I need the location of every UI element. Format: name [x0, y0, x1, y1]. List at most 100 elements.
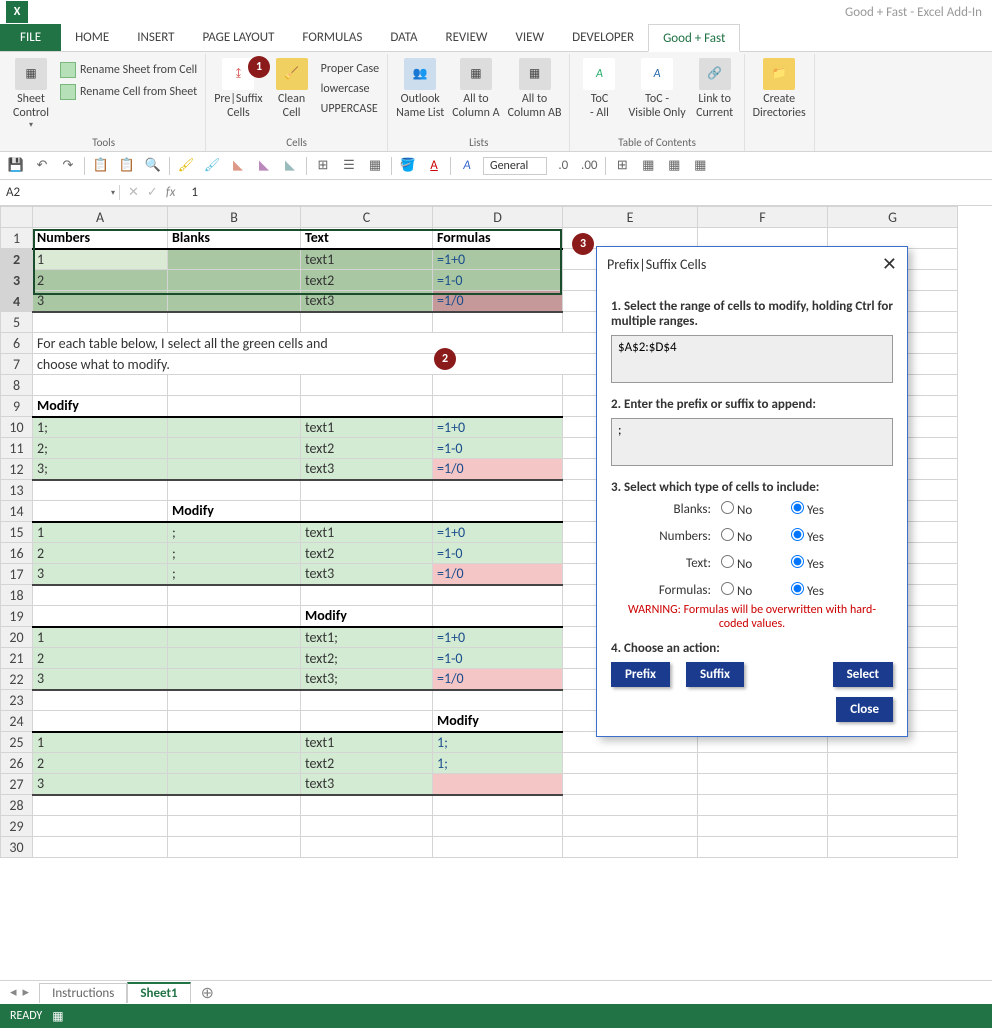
- title-bar: Good + Fast - Excel Add-In: [0, 0, 992, 24]
- toc-visible-button[interactable]: AToC - Visible Only: [624, 56, 689, 123]
- close-button[interactable]: Close: [836, 697, 893, 722]
- lowercase-button[interactable]: lowercase: [317, 80, 384, 98]
- formulas-yes-radio[interactable]: Yes: [791, 582, 861, 599]
- folder-icon: 📁: [763, 58, 795, 90]
- align-icon[interactable]: ☰: [339, 156, 359, 176]
- group-toc-label: Table of Contents: [574, 135, 739, 151]
- tab-insert[interactable]: INSERT: [123, 24, 188, 51]
- link-to-current-button[interactable]: 🔗Link to Current: [690, 56, 740, 123]
- eraser2-icon[interactable]: ◣: [254, 156, 274, 176]
- select-button[interactable]: Select: [833, 662, 893, 687]
- outlook-name-list-button[interactable]: 👥Outlook Name List: [392, 56, 448, 123]
- borders-icon[interactable]: ⊞: [612, 156, 632, 176]
- brush2-icon[interactable]: 🖌: [202, 156, 222, 176]
- quick-access-toolbar: 💾 ↶ ↷ 📋 📋 🔍 🖌 🖌 ◣ ◣ ◣ ⊞ ☰ ▦ 🪣 A A Genera…: [0, 152, 992, 180]
- brush-icon[interactable]: 🖌: [176, 156, 196, 176]
- paste-icon[interactable]: 📋: [117, 156, 137, 176]
- suffix-button[interactable]: Suffix: [686, 662, 744, 687]
- font-color-icon[interactable]: A: [424, 156, 444, 176]
- rename-cell-from-sheet-button[interactable]: Rename Cell from Sheet: [56, 82, 201, 102]
- undo-icon[interactable]: ↶: [32, 156, 52, 176]
- fx-icon[interactable]: fx: [166, 185, 176, 200]
- nav-next-icon[interactable]: ▸: [23, 985, 30, 1000]
- add-sheet-icon[interactable]: ⊕: [191, 983, 224, 1003]
- tab-home[interactable]: HOME: [61, 24, 123, 51]
- select-all-corner[interactable]: [1, 207, 33, 228]
- step1-label: 1. Select the range of cells to modify, …: [611, 299, 893, 329]
- text-no-radio[interactable]: No: [721, 555, 791, 572]
- range-input[interactable]: [611, 335, 893, 383]
- link-icon: 🔗: [699, 58, 731, 90]
- col-e[interactable]: E: [563, 207, 698, 228]
- col-g[interactable]: G: [828, 207, 958, 228]
- preview-icon[interactable]: 🔍: [143, 156, 163, 176]
- eraser3-icon[interactable]: ◣: [280, 156, 300, 176]
- all-to-column-a-button[interactable]: ▦All to Column A: [448, 56, 503, 123]
- prefix-suffix-dialog: Prefix|Suffix Cells ✕ 1. Select the rang…: [596, 246, 908, 737]
- status-text: READY: [10, 1009, 42, 1023]
- formula-warning: WARNING: Formulas will be overwritten wi…: [621, 603, 883, 631]
- copy-icon[interactable]: 📋: [91, 156, 111, 176]
- tab-developer[interactable]: DEVELOPER: [558, 24, 648, 51]
- uppercase-button[interactable]: UPPERCASE: [317, 100, 384, 118]
- save-icon[interactable]: 💾: [6, 156, 26, 176]
- col-f[interactable]: F: [698, 207, 828, 228]
- tab-view[interactable]: VIEW: [502, 24, 559, 51]
- create-directories-button[interactable]: 📁Create Directories: [749, 56, 810, 123]
- blanks-no-radio[interactable]: No: [721, 501, 791, 518]
- close-icon[interactable]: ✕: [882, 253, 897, 275]
- ribbon-tabs: FILE HOME INSERT PAGE LAYOUT FORMULAS DA…: [0, 24, 992, 52]
- tab-sheet1[interactable]: Sheet1: [127, 982, 190, 1003]
- eraser-icon[interactable]: ◣: [228, 156, 248, 176]
- increase-decimal-icon[interactable]: .00: [579, 156, 599, 176]
- text-yes-radio[interactable]: Yes: [791, 555, 861, 572]
- clean-cell-icon: 🧹: [276, 58, 308, 90]
- column-a-icon: ▦: [460, 58, 492, 90]
- toc-all-button[interactable]: AToC - All: [574, 56, 624, 123]
- formulas-no-radio[interactable]: No: [721, 582, 791, 599]
- formula-input[interactable]: 1: [183, 185, 992, 200]
- clear-format-icon[interactable]: A: [457, 156, 477, 176]
- tab-review[interactable]: REVIEW: [432, 24, 502, 51]
- clean-cell-button[interactable]: 🧹 Clean Cell: [267, 56, 317, 123]
- grid2-icon[interactable]: ▦: [664, 156, 684, 176]
- border-icon[interactable]: ▦: [365, 156, 385, 176]
- tab-instructions[interactable]: Instructions: [39, 983, 127, 1003]
- tab-formulas[interactable]: FORMULAS: [288, 24, 376, 51]
- cancel-icon[interactable]: ✕: [128, 185, 139, 200]
- sheet-control-button[interactable]: ▦ Sheet Control ▾: [6, 56, 56, 132]
- col-c[interactable]: C: [301, 207, 433, 228]
- nav-prev-icon[interactable]: ◂: [10, 985, 17, 1000]
- proper-case-button[interactable]: Proper Case: [317, 60, 384, 78]
- formula-bar: A2▾ ✕ ✓ fx 1: [0, 180, 992, 206]
- redo-icon[interactable]: ↷: [58, 156, 78, 176]
- tab-file[interactable]: FILE: [0, 24, 61, 51]
- tab-data[interactable]: DATA: [376, 24, 431, 51]
- step3-label: 3. Select which type of cells to include…: [611, 480, 893, 495]
- suffix-input[interactable]: [611, 418, 893, 466]
- number-format-combo[interactable]: General: [483, 157, 547, 175]
- col-b[interactable]: B: [168, 207, 301, 228]
- numbers-yes-radio[interactable]: Yes: [791, 528, 861, 545]
- rename-sheet-from-cell-button[interactable]: Rename Sheet from Cell: [56, 60, 201, 80]
- tab-page-layout[interactable]: PAGE LAYOUT: [189, 24, 289, 51]
- all-to-column-ab-button[interactable]: ▦All to Column AB: [504, 56, 566, 123]
- macro-icon[interactable]: ▦: [52, 1009, 63, 1024]
- ribbon: ▦ Sheet Control ▾ Rename Sheet from Cell…: [0, 52, 992, 152]
- grid-icon[interactable]: ▦: [638, 156, 658, 176]
- decrease-decimal-icon[interactable]: .0: [553, 156, 573, 176]
- tab-good-fast[interactable]: Good + Fast: [648, 24, 740, 52]
- sheet-tab-bar: ◂ ▸ Instructions Sheet1 ⊕: [0, 980, 992, 1004]
- col-a[interactable]: A: [33, 207, 168, 228]
- prefix-button[interactable]: Prefix: [611, 662, 670, 687]
- fill-color-icon[interactable]: 🪣: [398, 156, 418, 176]
- numbers-no-radio[interactable]: No: [721, 528, 791, 545]
- group-lists-label: Lists: [392, 135, 565, 151]
- blanks-yes-radio[interactable]: Yes: [791, 501, 861, 518]
- grid3-icon[interactable]: ▦: [690, 156, 710, 176]
- name-box[interactable]: A2▾: [0, 185, 120, 200]
- enter-icon[interactable]: ✓: [147, 185, 158, 200]
- col-d[interactable]: D: [433, 207, 563, 228]
- merge-icon[interactable]: ⊞: [313, 156, 333, 176]
- group-tools-label: Tools: [6, 135, 201, 151]
